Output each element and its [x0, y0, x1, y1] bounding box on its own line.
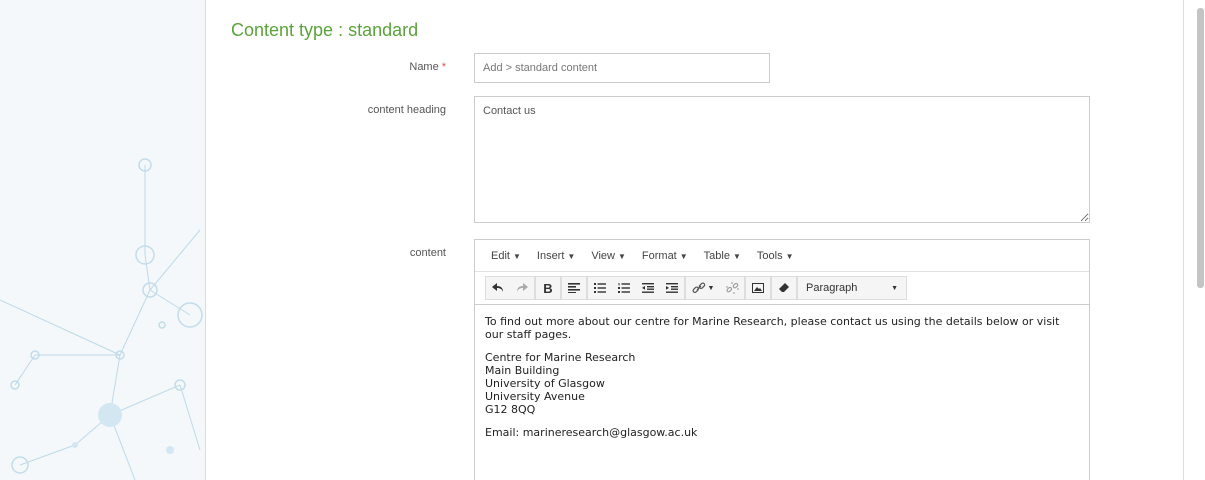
outdent-icon[interactable]	[636, 277, 660, 299]
name-label: Name	[409, 61, 439, 73]
bullet-list-icon[interactable]	[588, 277, 612, 299]
address-line: University Avenue	[485, 390, 585, 403]
decorative-side-panel	[0, 0, 206, 480]
editor-toolbar: B ▼ Paragraph ▼	[475, 272, 1089, 305]
undo-icon[interactable]	[486, 277, 510, 299]
eraser-icon[interactable]	[772, 277, 796, 299]
caret-down-icon: ▼	[732, 251, 741, 261]
page-title: Content type : standard	[231, 20, 419, 40]
caret-down-icon: ▼	[707, 284, 715, 292]
image-group	[745, 276, 771, 300]
editor-content-area[interactable]: To find out more about our centre for Ma…	[475, 305, 1089, 459]
content-label: content	[409, 247, 446, 259]
menu-format[interactable]: Format ▼	[636, 246, 694, 266]
content-heading-label: content heading	[367, 104, 446, 116]
address-line: Centre for Marine Research	[485, 351, 636, 364]
caret-down-icon: ▼	[567, 251, 576, 261]
editor-menubar: Edit ▼ Insert ▼ View ▼ Format ▼ Table ▼ Tools…	[475, 240, 1089, 272]
bold-icon[interactable]: B	[536, 277, 560, 299]
caret-down-icon: ▼	[891, 284, 898, 292]
scrollbar-thumb[interactable]	[1197, 8, 1204, 288]
intro-paragraph: To find out more about our centre for Ma…	[485, 315, 1060, 341]
address-line: G12 8QQ	[485, 403, 536, 416]
content-heading-textarea[interactable]: Contact us	[474, 96, 1090, 223]
address-line: University of Glasgow	[485, 377, 605, 390]
required-marker: *	[441, 61, 446, 73]
align-left-icon[interactable]	[562, 277, 586, 299]
align-group	[561, 276, 587, 300]
name-input[interactable]	[474, 53, 770, 83]
email-line: Email: marineresearch@glasgow.ac.uk	[485, 426, 698, 439]
menu-table[interactable]: Table ▼	[698, 246, 747, 266]
caret-down-icon: ▼	[679, 251, 688, 261]
link-icon[interactable]: ▼	[686, 277, 720, 299]
block-format-value: Paragraph	[806, 282, 858, 294]
history-group	[485, 276, 535, 300]
name-label-wrap: Name *	[226, 61, 446, 73]
unlink-icon[interactable]	[720, 277, 744, 299]
address-line: Main Building	[485, 364, 560, 377]
indent-icon[interactable]	[660, 277, 684, 299]
caret-down-icon: ▼	[617, 251, 626, 261]
caret-down-icon: ▼	[512, 251, 521, 261]
clear-format-group	[771, 276, 797, 300]
link-group: ▼	[685, 276, 745, 300]
bold-group: B	[535, 276, 561, 300]
numbered-list-icon[interactable]	[612, 277, 636, 299]
address-block: Centre for Marine Research Main Building…	[485, 351, 1079, 416]
menu-view[interactable]: View ▼	[585, 246, 632, 266]
menu-edit[interactable]: Edit ▼	[485, 246, 527, 266]
caret-down-icon: ▼	[785, 251, 794, 261]
redo-icon[interactable]	[510, 277, 534, 299]
block-format-select[interactable]: Paragraph ▼	[797, 276, 907, 300]
rich-text-editor: Edit ▼ Insert ▼ View ▼ Format ▼ Table ▼ Tools…	[474, 239, 1090, 480]
network-graphic	[0, 158, 203, 480]
menu-insert[interactable]: Insert ▼	[531, 246, 581, 266]
menu-tools[interactable]: Tools ▼	[751, 246, 800, 266]
image-icon[interactable]	[746, 277, 770, 299]
list-group	[587, 276, 685, 300]
